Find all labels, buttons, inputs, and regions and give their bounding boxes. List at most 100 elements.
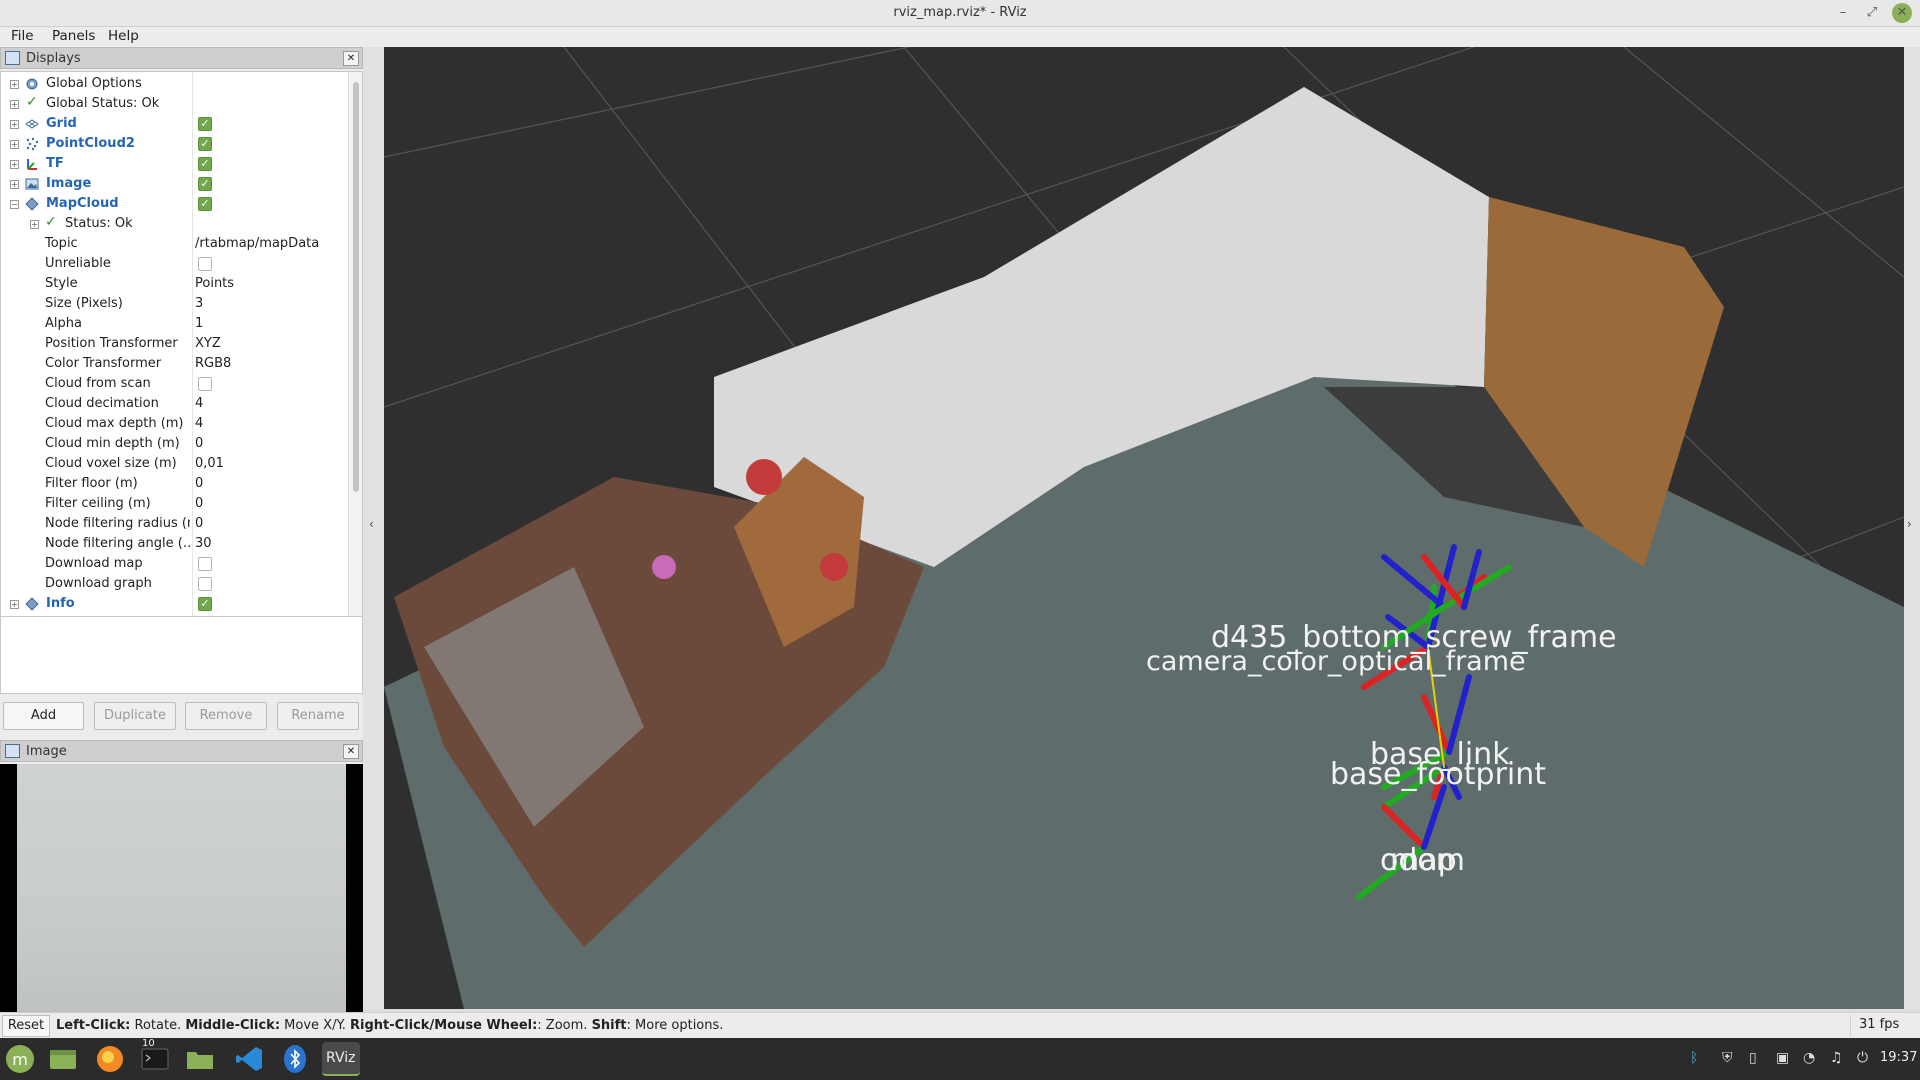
- info-enabled-checkbox[interactable]: ✓: [198, 597, 212, 611]
- clock[interactable]: 19:37: [1880, 1050, 1917, 1065]
- sound-icon[interactable]: ♫: [1830, 1050, 1843, 1066]
- property-name: Size (Pixels): [45, 296, 123, 311]
- files-icon[interactable]: [183, 1042, 217, 1076]
- network-manager-icon[interactable]: ▣: [1776, 1050, 1789, 1066]
- image-enabled-checkbox[interactable]: ✓: [198, 177, 212, 191]
- close-icon[interactable]: ✕: [343, 744, 359, 759]
- shield-icon[interactable]: ⛨: [1722, 1050, 1733, 1066]
- property-value[interactable]: 4: [195, 416, 203, 431]
- close-icon[interactable]: ✕: [343, 51, 359, 66]
- property-value[interactable]: /rtabmap/mapData: [195, 236, 319, 251]
- property-row[interactable]: Node filtering angle (… 30: [1, 534, 347, 554]
- property-value[interactable]: RGB8: [195, 356, 231, 371]
- property-value[interactable]: 1: [195, 316, 203, 331]
- tree-row-global-options[interactable]: + Global Options: [1, 74, 347, 94]
- property-value[interactable]: 4: [195, 396, 203, 411]
- property-value[interactable]: 0,01: [195, 456, 224, 471]
- tree-row-info[interactable]: + Info ✓: [1, 594, 347, 614]
- 3d-render-viewport[interactable]: d435_bottom_screw_frame camera_color_opt…: [384, 47, 1904, 1009]
- tree-row-global-status[interactable]: + ✓ Global Status: Ok: [1, 94, 347, 114]
- tree-row-grid[interactable]: + Grid ✓: [1, 114, 347, 134]
- property-checkbox[interactable]: [198, 557, 212, 571]
- tree-row-mapcloud[interactable]: − MapCloud ✓: [1, 194, 347, 214]
- property-row[interactable]: Cloud voxel size (m) 0,01: [1, 454, 347, 474]
- bluetooth-icon[interactable]: ᛒ: [1690, 1050, 1698, 1066]
- property-value[interactable]: 0: [195, 436, 203, 451]
- property-checkbox[interactable]: [198, 377, 212, 391]
- property-value[interactable]: Points: [195, 276, 234, 291]
- property-row[interactable]: Style Points: [1, 274, 347, 294]
- remove-button[interactable]: Remove: [185, 702, 267, 730]
- tree-row-tf[interactable]: + TF ✓: [1, 154, 347, 174]
- property-value[interactable]: 0: [195, 496, 203, 511]
- tree-row-image[interactable]: + Image ✓: [1, 174, 347, 194]
- mint-menu-icon[interactable]: m: [3, 1042, 37, 1076]
- property-row[interactable]: Cloud decimation 4: [1, 394, 347, 414]
- tree-row-mapcloud-status[interactable]: + ✓ Status: Ok: [1, 214, 347, 234]
- expand-icon[interactable]: +: [30, 220, 39, 229]
- property-row[interactable]: Alpha 1: [1, 314, 347, 334]
- property-value[interactable]: 30: [195, 536, 212, 551]
- property-row[interactable]: Size (Pixels) 3: [1, 294, 347, 314]
- minimize-icon[interactable]: –: [1833, 3, 1853, 23]
- chevron-left-icon[interactable]: ‹: [369, 517, 374, 531]
- property-checkbox[interactable]: [198, 257, 212, 271]
- grid-enabled-checkbox[interactable]: ✓: [198, 117, 212, 131]
- property-row[interactable]: Download map: [1, 554, 347, 574]
- terminal-icon[interactable]: 10: [138, 1038, 172, 1076]
- vscode-icon[interactable]: [232, 1042, 266, 1076]
- power-icon[interactable]: ⏻: [1857, 1050, 1868, 1066]
- expand-icon[interactable]: +: [10, 120, 19, 129]
- window-titlebar: rviz_map.rviz* - RViz – ⤢ ✕: [0, 0, 1920, 27]
- menu-panels[interactable]: Panels: [52, 28, 95, 44]
- property-row[interactable]: Position Transformer XYZ: [1, 334, 347, 354]
- property-row[interactable]: Cloud min depth (m) 0: [1, 434, 347, 454]
- expand-icon[interactable]: +: [10, 140, 19, 149]
- expand-icon[interactable]: +: [10, 100, 19, 109]
- property-row[interactable]: Cloud max depth (m) 4: [1, 414, 347, 434]
- property-row[interactable]: Filter floor (m) 0: [1, 474, 347, 494]
- expand-icon[interactable]: +: [10, 160, 19, 169]
- add-button[interactable]: Add: [3, 702, 84, 730]
- clipboard-icon[interactable]: ▯: [1749, 1050, 1757, 1066]
- bluetooth-manager-icon[interactable]: [278, 1042, 312, 1076]
- collapse-icon[interactable]: −: [10, 200, 19, 209]
- property-row[interactable]: Unreliable: [1, 254, 347, 274]
- property-row[interactable]: Topic/rtabmap/mapData: [1, 234, 347, 254]
- duplicate-button[interactable]: Duplicate: [94, 702, 176, 730]
- tree-row-pointcloud2[interactable]: + PointCloud2 ✓: [1, 134, 347, 154]
- property-name: Color Transformer: [45, 356, 162, 371]
- mapcloud-enabled-checkbox[interactable]: ✓: [198, 197, 212, 211]
- property-row[interactable]: Color Transformer RGB8: [1, 354, 347, 374]
- property-value[interactable]: 0: [195, 476, 203, 491]
- property-value[interactable]: XYZ: [195, 336, 221, 351]
- wifi-icon[interactable]: ◔: [1803, 1050, 1815, 1066]
- expand-icon[interactable]: +: [10, 80, 19, 89]
- close-icon[interactable]: ✕: [1892, 3, 1912, 23]
- left-dock-splitter[interactable]: ‹: [363, 47, 384, 1009]
- reset-button[interactable]: Reset: [2, 1015, 50, 1037]
- property-row[interactable]: Cloud from scan: [1, 374, 347, 394]
- right-dock-splitter[interactable]: ›: [1904, 47, 1920, 1009]
- maximize-icon[interactable]: ⤢: [1862, 3, 1882, 23]
- displays-scrollbar[interactable]: [348, 72, 362, 660]
- property-value[interactable]: 0: [195, 516, 203, 531]
- expand-icon[interactable]: +: [10, 600, 19, 609]
- menu-help[interactable]: Help: [108, 28, 139, 44]
- tf-enabled-checkbox[interactable]: ✓: [198, 157, 212, 171]
- rviz-taskbar-button[interactable]: RViz: [322, 1042, 360, 1076]
- pointcloud2-enabled-checkbox[interactable]: ✓: [198, 137, 212, 151]
- rename-button[interactable]: Rename: [277, 702, 359, 730]
- firefox-icon[interactable]: [93, 1042, 127, 1076]
- property-value[interactable]: 3: [195, 296, 203, 311]
- expand-icon[interactable]: +: [10, 180, 19, 189]
- property-row[interactable]: Node filtering radius (m) 0: [1, 514, 347, 534]
- scene-canvas[interactable]: d435_bottom_screw_frame camera_color_opt…: [384, 47, 1904, 1009]
- chevron-right-icon[interactable]: ›: [1907, 517, 1912, 531]
- property-checkbox[interactable]: [198, 577, 212, 591]
- desktop-icon[interactable]: [46, 1042, 80, 1076]
- property-row[interactable]: Download graph: [1, 574, 347, 594]
- checkmark-icon: ✓: [26, 94, 38, 110]
- menu-file[interactable]: File: [11, 28, 34, 44]
- property-row[interactable]: Filter ceiling (m) 0: [1, 494, 347, 514]
